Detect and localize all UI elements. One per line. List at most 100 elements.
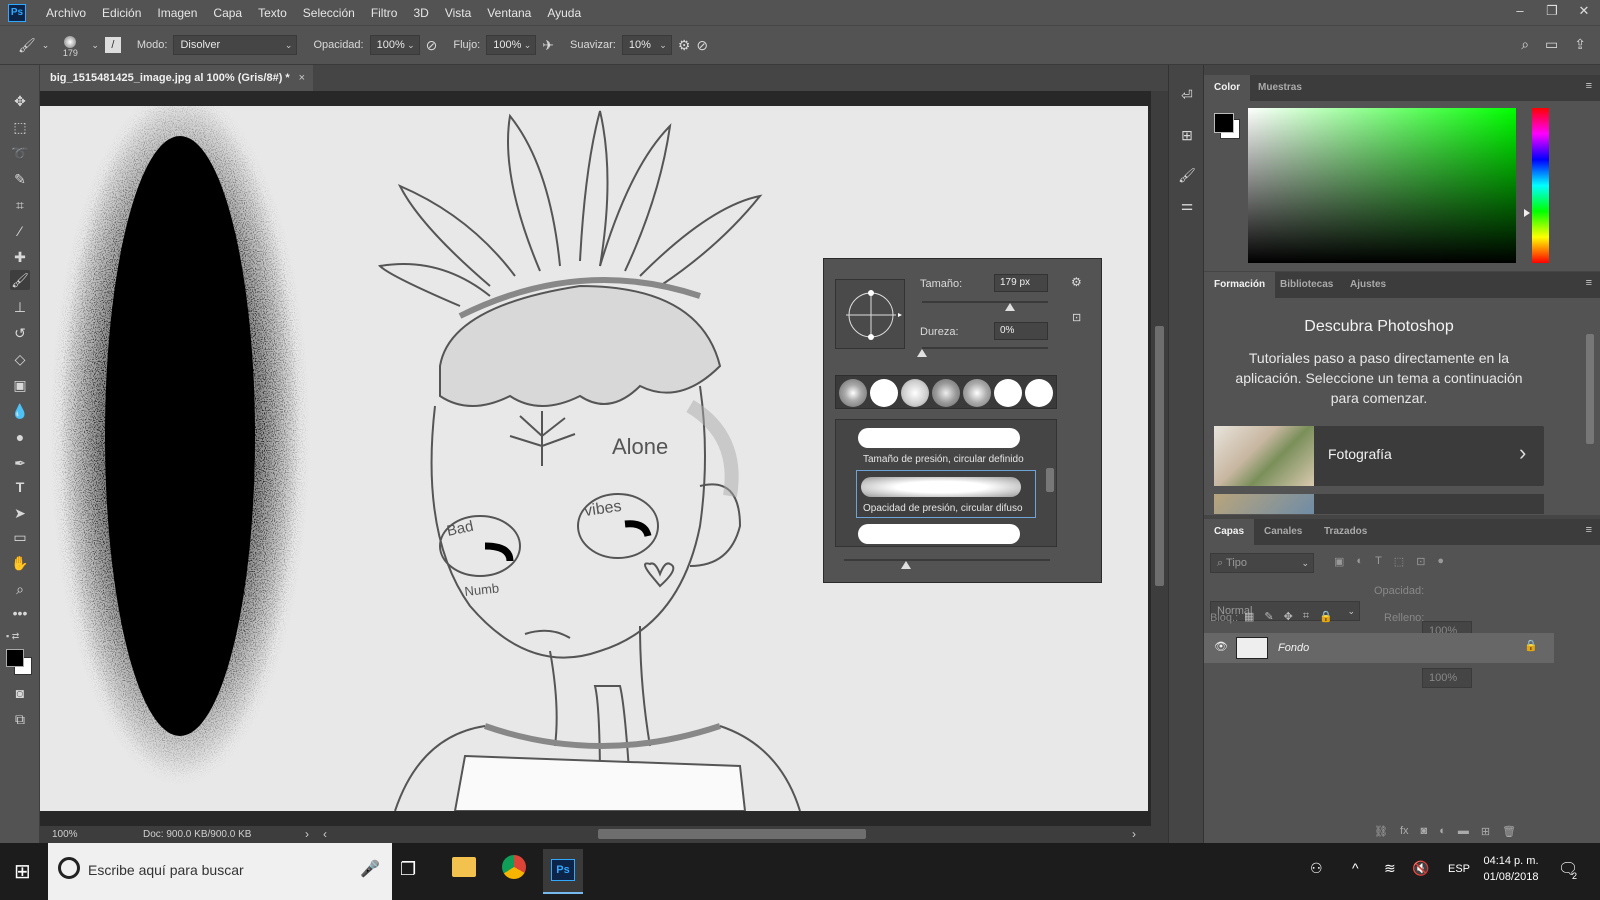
microphone-icon[interactable]: 🎤: [360, 859, 380, 879]
panel-menu-icon[interactable]: ≡: [1586, 524, 1592, 536]
tab-libraries[interactable]: Bibliotecas: [1270, 272, 1343, 298]
menu-ventana[interactable]: Ventana: [479, 6, 539, 20]
mode-select[interactable]: Disolver ⌄: [173, 35, 298, 55]
pressure-opacity-icon[interactable]: ⊘: [426, 37, 438, 54]
quick-selection-tool-icon[interactable]: ✎: [10, 169, 30, 189]
size-input[interactable]: 179 px: [994, 274, 1048, 292]
hardness-slider-handle[interactable]: [917, 349, 927, 357]
eye-icon[interactable]: 👁: [1214, 640, 1228, 653]
adjustment-layer-icon[interactable]: ◐: [1439, 825, 1446, 838]
brush-preset-item[interactable]: Tamaño de presión, circular definido: [836, 420, 1034, 468]
history-panel-icon[interactable]: ⏎: [1177, 85, 1197, 105]
brush-settings-panel-icon[interactable]: /: [104, 37, 121, 53]
tab-paths[interactable]: Trazados: [1314, 519, 1377, 545]
preview-size-handle[interactable]: [901, 561, 911, 569]
lasso-tool-icon[interactable]: ➰: [10, 143, 30, 163]
preview-size-slider[interactable]: [844, 559, 1050, 561]
wifi-icon[interactable]: ≋: [1384, 860, 1396, 877]
hue-slider[interactable]: [1532, 108, 1549, 263]
people-icon[interactable]: ⚇: [1310, 860, 1323, 877]
horizontal-scroll-thumb[interactable]: [598, 829, 866, 839]
delete-layer-icon[interactable]: 🗑: [1502, 825, 1516, 838]
gradient-tool-icon[interactable]: ▣: [10, 375, 30, 395]
adjustment-filter-icon[interactable]: ◐: [1356, 555, 1363, 568]
foreground-color-swatch[interactable]: [1214, 113, 1234, 133]
smoothing-input[interactable]: 10% ⌄: [621, 35, 672, 55]
pixel-filter-icon[interactable]: ▣: [1334, 555, 1344, 568]
chrome-icon[interactable]: [502, 855, 526, 879]
scroll-right-icon[interactable]: ›: [1132, 827, 1136, 841]
size-slider[interactable]: [922, 301, 1048, 303]
menu-imagen[interactable]: Imagen: [149, 6, 205, 20]
menu-capa[interactable]: Capa: [205, 6, 250, 20]
share-icon[interactable]: ⇪: [1574, 36, 1586, 53]
fill-input[interactable]: 100%: [1422, 668, 1472, 688]
windows-start-icon[interactable]: ⊞: [14, 859, 31, 884]
chevron-down-icon[interactable]: ⌄: [42, 40, 50, 51]
fx-icon[interactable]: fx: [1400, 825, 1409, 838]
brush-angle-preview[interactable]: [835, 279, 905, 349]
stamp-tool-icon[interactable]: ⊥: [10, 297, 30, 317]
search-icon[interactable]: ⌕: [1521, 36, 1529, 53]
move-tool-icon[interactable]: ✥: [10, 91, 30, 111]
rectangle-tool-icon[interactable]: ▭: [10, 527, 30, 547]
color-spectrum-field[interactable]: [1248, 108, 1516, 263]
menu-texto[interactable]: Texto: [250, 6, 295, 20]
volume-muted-icon[interactable]: 🔇: [1412, 860, 1429, 877]
brush-preset-item-selected[interactable]: Opacidad de presión, circular difuso: [856, 470, 1036, 518]
chevron-right-icon[interactable]: ›: [305, 827, 309, 841]
gear-icon[interactable]: ⚙: [1071, 275, 1082, 289]
tab-color[interactable]: Color: [1204, 75, 1251, 101]
language-indicator[interactable]: ESP: [1448, 863, 1470, 875]
hue-slider-handle[interactable]: [1524, 209, 1530, 217]
healing-brush-tool-icon[interactable]: ✚: [10, 247, 30, 267]
menu-edicion[interactable]: Edición: [94, 6, 149, 20]
zoom-tool-icon[interactable]: ⌕: [10, 579, 30, 599]
minimize-icon[interactable]: –: [1504, 0, 1536, 25]
filter-toggle-icon[interactable]: ●: [1437, 555, 1444, 568]
eyedropper-tool-icon[interactable]: ⁄: [10, 221, 30, 241]
pen-tool-icon[interactable]: ✒: [10, 453, 30, 473]
tab-swatches[interactable]: Muestras: [1248, 75, 1312, 101]
gear-icon[interactable]: ⚙: [678, 37, 691, 54]
type-tool-icon[interactable]: T: [10, 477, 30, 497]
chevron-down-icon[interactable]: ⌄: [91, 40, 99, 51]
brush-tip-hard-2[interactable]: [1025, 379, 1053, 407]
scroll-left-icon[interactable]: ‹: [323, 827, 327, 841]
history-brush-tool-icon[interactable]: ↺: [10, 323, 30, 343]
brush-tip-pressure-3[interactable]: [963, 379, 991, 407]
eraser-tool-icon[interactable]: ◇: [10, 349, 30, 369]
properties-panel-icon[interactable]: ⊞: [1177, 125, 1197, 145]
zoom-level[interactable]: 100%: [52, 829, 78, 840]
layer-filter-select[interactable]: ⌕ Tipo ⌄: [1210, 553, 1314, 573]
learn-panel-scroll-thumb[interactable]: [1586, 334, 1594, 444]
workspace-icon[interactable]: ▭: [1545, 36, 1558, 53]
new-preset-icon[interactable]: ⊡: [1072, 311, 1081, 324]
panel-menu-icon[interactable]: ≡: [1586, 80, 1592, 92]
lock-pixels-icon[interactable]: ✎: [1264, 610, 1273, 623]
close-tab-icon[interactable]: ×: [299, 65, 305, 91]
foreground-color-swatch[interactable]: [6, 649, 24, 667]
taskbar-photoshop-button[interactable]: Ps: [543, 849, 583, 894]
learn-card-next[interactable]: [1214, 494, 1544, 514]
document-tab[interactable]: big_1515481425_image.jpg al 100% (Gris/8…: [40, 65, 313, 91]
brush-tool-icon[interactable]: 🖌: [10, 270, 30, 290]
smart-object-filter-icon[interactable]: ⊡: [1416, 555, 1425, 568]
add-mask-icon[interactable]: ◙: [1421, 825, 1428, 838]
link-layers-icon[interactable]: ⛓: [1374, 825, 1388, 838]
restore-icon[interactable]: ❐: [1536, 0, 1568, 25]
brush-settings-icon[interactable]: 🖌: [1177, 165, 1197, 185]
layer-row[interactable]: 👁 Fondo 🔒: [1204, 633, 1554, 663]
menu-seleccion[interactable]: Selección: [295, 6, 363, 20]
menu-vista[interactable]: Vista: [437, 6, 479, 20]
more-tools-icon[interactable]: •••: [10, 603, 30, 623]
lock-artboard-icon[interactable]: ⌗: [1303, 610, 1309, 623]
tab-layers[interactable]: Capas: [1204, 519, 1255, 545]
brush-tip-pressure-2[interactable]: [932, 379, 960, 407]
brush-preset-item[interactable]: [836, 520, 1034, 546]
brush-tip-pressure-1[interactable]: [901, 379, 929, 407]
menu-ayuda[interactable]: Ayuda: [539, 6, 589, 20]
menu-3d[interactable]: 3D: [405, 6, 436, 20]
new-layer-icon[interactable]: ⊞: [1481, 825, 1490, 838]
brush-tip-pressure-4[interactable]: [994, 379, 1022, 407]
